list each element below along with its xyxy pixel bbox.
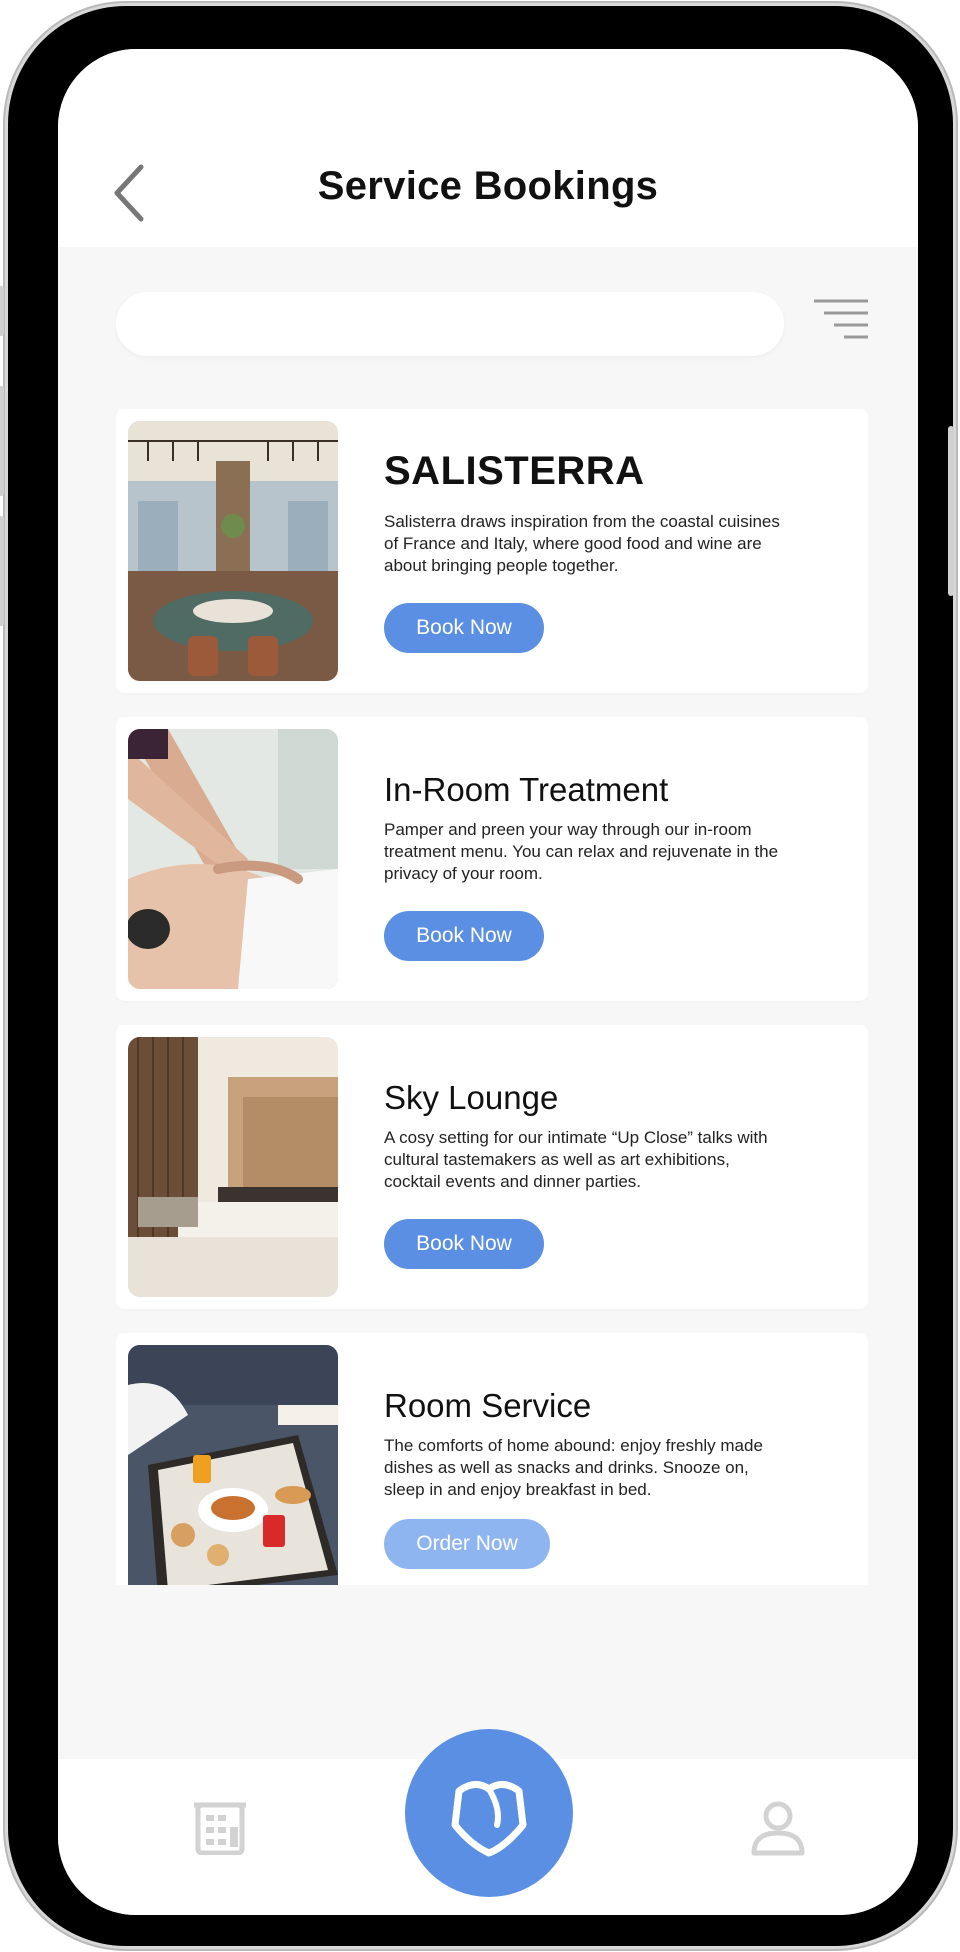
- nav-profile-button[interactable]: [750, 1799, 806, 1862]
- volume-down-button: [0, 516, 4, 626]
- service-name: Sky Lounge: [384, 1079, 559, 1116]
- phone-frame: Service Bookings SALISTERRA Salisterra d…: [0, 6, 954, 1946]
- book-now-button[interactable]: Book Now: [384, 911, 544, 961]
- volume-up-button: [0, 386, 4, 496]
- shield-heart-icon: [451, 1781, 527, 1857]
- service-name: Room Service: [384, 1387, 592, 1424]
- book-now-button[interactable]: Book Now: [384, 1219, 544, 1269]
- nav-hotel-button[interactable]: [192, 1797, 248, 1860]
- service-description: The comforts of home abound: enjoy fresh…: [384, 1436, 763, 1499]
- order-now-button[interactable]: Order Now: [384, 1519, 550, 1569]
- service-description: Salisterra draws inspiration from the co…: [384, 512, 780, 575]
- filter-button[interactable]: [810, 297, 870, 345]
- lounge-fireplace-image: [128, 1037, 338, 1297]
- massage-image: [128, 729, 338, 989]
- mute-switch: [0, 286, 4, 336]
- restaurant-interior-image: [128, 421, 338, 681]
- home-services-button[interactable]: [405, 1729, 573, 1897]
- building-icon: [194, 1802, 246, 1856]
- power-button: [948, 426, 954, 596]
- filter-lines-icon: [814, 299, 868, 339]
- service-card[interactable]: SALISTERRA Salisterra draws inspiration …: [116, 409, 868, 693]
- page-title: Service Bookings: [317, 164, 659, 208]
- service-card[interactable]: Room Service The comforts of home abound…: [116, 1333, 868, 1585]
- service-description: Pamper and preen your way through our in…: [384, 820, 779, 883]
- book-now-button[interactable]: Book Now: [384, 603, 544, 653]
- service-name: SALISTERRA: [384, 449, 645, 493]
- app-header: Service Bookings: [58, 49, 918, 247]
- service-name: In-Room Treatment: [384, 771, 669, 808]
- service-list: SALISTERRA Salisterra draws inspiration …: [116, 409, 868, 1585]
- user-icon: [751, 1801, 805, 1856]
- search-input[interactable]: [116, 292, 784, 356]
- app-screen: Service Bookings SALISTERRA Salisterra d…: [58, 49, 918, 1915]
- service-card[interactable]: Sky Lounge A cosy setting for our intima…: [116, 1025, 868, 1309]
- breakfast-tray-image: [128, 1345, 338, 1585]
- service-description: A cosy setting for our intimate “Up Clos…: [384, 1128, 768, 1191]
- service-card[interactable]: In-Room Treatment Pamper and preen your …: [116, 717, 868, 1001]
